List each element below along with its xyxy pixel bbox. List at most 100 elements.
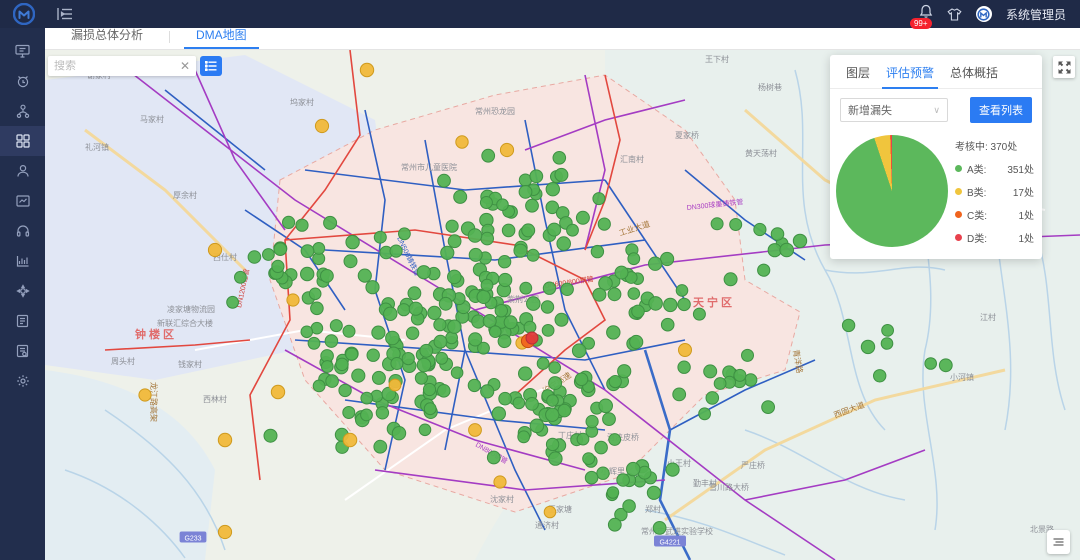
leak-marker-a[interactable] xyxy=(321,270,334,283)
leak-marker-a[interactable] xyxy=(438,174,451,187)
sidebar-item-trend[interactable] xyxy=(0,186,45,216)
leak-marker-b[interactable] xyxy=(494,476,506,488)
sidebar-item-modules[interactable] xyxy=(0,276,45,306)
leak-marker-b[interactable] xyxy=(389,379,401,391)
sidebar-item-support[interactable] xyxy=(0,216,45,246)
leak-marker-a[interactable] xyxy=(530,419,544,433)
leak-marker-a[interactable] xyxy=(417,358,431,372)
leak-marker-a[interactable] xyxy=(514,244,527,257)
leak-marker-a[interactable] xyxy=(661,252,674,265)
leak-marker-a[interactable] xyxy=(758,264,770,276)
leak-marker-a[interactable] xyxy=(730,219,742,231)
sidebar-item-reports-chart[interactable] xyxy=(0,246,45,276)
leak-marker-a[interactable] xyxy=(549,377,562,390)
leak-marker-a[interactable] xyxy=(530,170,543,183)
leak-marker-a[interactable] xyxy=(561,283,573,295)
leak-marker-a[interactable] xyxy=(583,453,595,465)
leak-marker-a[interactable] xyxy=(704,365,717,378)
search-clear-icon[interactable]: ✕ xyxy=(180,60,190,72)
leak-marker-a[interactable] xyxy=(499,392,512,405)
leak-marker-b[interactable] xyxy=(679,344,692,357)
leak-marker-a[interactable] xyxy=(346,348,358,360)
leak-marker-a[interactable] xyxy=(572,344,586,358)
leak-marker-a[interactable] xyxy=(428,306,441,319)
leak-marker-b[interactable] xyxy=(139,389,151,401)
leak-marker-a[interactable] xyxy=(339,384,351,396)
leak-marker-a[interactable] xyxy=(326,375,339,388)
leak-marker-a[interactable] xyxy=(742,349,754,361)
leak-marker-a[interactable] xyxy=(617,474,630,487)
leak-marker-a[interactable] xyxy=(555,168,568,181)
leak-marker-a[interactable] xyxy=(358,269,371,282)
leak-marker-a[interactable] xyxy=(390,245,402,257)
leak-marker-a[interactable] xyxy=(352,369,365,382)
leak-marker-a[interactable] xyxy=(468,379,480,391)
leak-marker-a[interactable] xyxy=(874,370,886,382)
leak-marker-a[interactable] xyxy=(469,333,482,346)
leak-marker-a[interactable] xyxy=(399,228,411,240)
sidebar-item-org[interactable] xyxy=(0,96,45,126)
leak-marker-a[interactable] xyxy=(575,373,588,386)
leak-marker-a[interactable] xyxy=(520,282,532,294)
leak-marker-a[interactable] xyxy=(543,282,555,294)
leak-marker-a[interactable] xyxy=(577,433,589,445)
leak-marker-a[interactable] xyxy=(439,297,452,310)
leak-marker-a[interactable] xyxy=(558,404,571,417)
leak-marker-a[interactable] xyxy=(308,337,320,349)
leak-marker-a[interactable] xyxy=(882,325,894,337)
leak-marker-a[interactable] xyxy=(939,359,952,372)
leak-marker-a[interactable] xyxy=(693,308,705,320)
leak-marker-a[interactable] xyxy=(263,249,275,261)
leak-marker-a[interactable] xyxy=(417,266,430,279)
leak-marker-a[interactable] xyxy=(780,243,794,257)
leak-marker-a[interactable] xyxy=(296,219,308,231)
leak-marker-a[interactable] xyxy=(415,372,427,384)
leak-marker-a[interactable] xyxy=(615,266,628,279)
leak-marker-a[interactable] xyxy=(311,302,324,315)
panel-tab-overview[interactable]: 总体概括 xyxy=(944,55,1004,88)
leak-marker-a[interactable] xyxy=(272,260,284,272)
leak-marker-a[interactable] xyxy=(424,403,436,415)
leak-marker-a[interactable] xyxy=(391,358,403,370)
leak-marker-a[interactable] xyxy=(842,319,854,331)
leak-marker-a[interactable] xyxy=(591,245,603,257)
leak-marker-a[interactable] xyxy=(374,231,386,243)
theme-skin-button[interactable] xyxy=(947,8,962,21)
leak-marker-a[interactable] xyxy=(734,369,746,381)
legend-item[interactable]: B类: 17处 xyxy=(955,184,1034,199)
leak-marker-a[interactable] xyxy=(547,395,559,407)
leak-marker-a[interactable] xyxy=(481,279,493,291)
leak-marker-a[interactable] xyxy=(283,216,295,228)
leak-marker-a[interactable] xyxy=(361,409,373,421)
leak-marker-a[interactable] xyxy=(771,228,784,241)
leak-marker-a[interactable] xyxy=(541,301,553,313)
leak-marker-a[interactable] xyxy=(793,234,806,247)
leak-marker-b[interactable] xyxy=(208,243,221,256)
leak-marker-a[interactable] xyxy=(618,365,631,378)
leak-marker-a[interactable] xyxy=(498,256,510,268)
leak-marker-b[interactable] xyxy=(456,136,468,148)
leak-marker-a[interactable] xyxy=(548,223,561,236)
sidebar-item-settings[interactable] xyxy=(0,366,45,396)
leak-marker-a[interactable] xyxy=(518,431,530,443)
leak-marker-b[interactable] xyxy=(218,525,231,538)
leak-marker-a[interactable] xyxy=(367,349,379,361)
leak-marker-a[interactable] xyxy=(361,392,373,404)
fullscreen-button[interactable] xyxy=(1053,56,1075,78)
leak-marker-a[interactable] xyxy=(653,522,666,535)
leak-marker-b[interactable] xyxy=(360,63,373,76)
leak-marker-a[interactable] xyxy=(402,353,414,365)
leak-marker-a[interactable] xyxy=(861,340,874,353)
leak-marker-a[interactable] xyxy=(586,415,598,427)
leak-marker-a[interactable] xyxy=(309,288,321,300)
leak-marker-a[interactable] xyxy=(313,380,325,392)
leak-marker-b[interactable] xyxy=(315,119,328,132)
sidebar-collapse-icon[interactable] xyxy=(57,7,73,21)
leak-marker-a[interactable] xyxy=(451,367,463,379)
leak-marker-a[interactable] xyxy=(673,388,686,401)
leak-marker-a[interactable] xyxy=(406,327,418,339)
leak-marker-a[interactable] xyxy=(526,199,539,212)
leak-marker-a[interactable] xyxy=(609,434,621,446)
leak-marker-a[interactable] xyxy=(301,267,314,280)
leak-marker-a[interactable] xyxy=(542,325,554,337)
